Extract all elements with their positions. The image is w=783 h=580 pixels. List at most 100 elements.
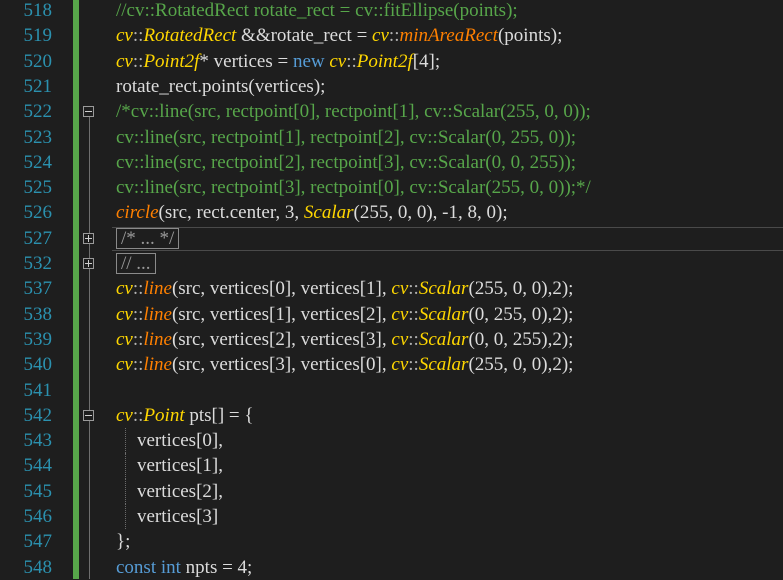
indent-guide xyxy=(125,428,127,454)
code-token: }; xyxy=(116,531,131,553)
code-token: (0, 0, 255),2); xyxy=(468,328,574,350)
code-token: Scalar xyxy=(418,303,469,325)
code-token: vertices[1], xyxy=(137,455,223,477)
code-line[interactable]: 539 cv::line(src, vertices[2], vertices[3… xyxy=(0,327,783,352)
code-line[interactable]: 523 cv::line(src, rectpoint[1], rectpoint… xyxy=(0,125,783,150)
code-line[interactable]: 544 vertices[1], xyxy=(0,453,783,479)
code-line[interactable]: 543 vertices[0], xyxy=(0,428,783,454)
code-text: vertices[2], xyxy=(137,479,223,504)
line-number: 538 xyxy=(23,303,53,325)
code-line[interactable]: 545 vertices[2], xyxy=(0,478,783,504)
code-token: :: xyxy=(132,50,144,72)
code-line[interactable]: 518 //cv::RotatedRect rotate_rect = cv::f… xyxy=(0,0,783,23)
code-token: cv::line(src, rectpoint[2], rectpoint[3]… xyxy=(116,151,577,173)
code-text: vertices[1], xyxy=(137,453,223,478)
line-number: 526 xyxy=(23,202,53,224)
code-token: new xyxy=(292,50,325,72)
code-line[interactable]: 546 vertices[3] xyxy=(0,504,783,530)
code-line[interactable]: 541 xyxy=(0,378,783,403)
code-token: cv xyxy=(116,404,133,426)
code-editor[interactable]: 518 //cv::RotatedRect rotate_rect = cv::f… xyxy=(0,0,783,579)
code-token: rotate_rect.points(vertices); xyxy=(116,75,326,97)
code-token: :: xyxy=(132,328,144,350)
code-text: vertices[0], xyxy=(137,428,223,453)
line-number: 541 xyxy=(23,379,53,401)
collapse-fold-icon[interactable] xyxy=(83,409,94,421)
code-token: Scalar xyxy=(303,202,354,224)
code-token: :: xyxy=(132,303,144,325)
code-token: (points); xyxy=(497,25,563,47)
code-text: circle(src, rect.center, 3, Scalar(255, … xyxy=(116,200,508,225)
code-text: cv::line(src, rectpoint[3], rectpoint[0]… xyxy=(116,175,591,200)
code-line[interactable]: 521 rotate_rect.points(vertices); xyxy=(0,74,783,99)
expand-fold-icon[interactable] xyxy=(83,232,94,244)
code-token: (255, 0, 0), -1, 8, 0); xyxy=(353,202,508,224)
code-token: :: xyxy=(132,278,144,300)
code-token: line xyxy=(143,328,172,350)
line-number: 520 xyxy=(23,50,53,72)
code-text: cv::Point pts[] = { xyxy=(116,403,254,428)
code-line[interactable]: 538 cv::line(src, vertices[1], vertices[2… xyxy=(0,302,783,327)
code-token: vertices[2], xyxy=(137,480,223,502)
code-token: [4]; xyxy=(412,50,441,72)
current-line-highlight xyxy=(112,226,783,251)
code-line[interactable]: 520 cv::Point2f* vertices = new cv::Point… xyxy=(0,49,783,74)
code-token: :: xyxy=(408,328,419,350)
code-token: minAreaRect xyxy=(399,25,498,47)
code-text: vertices[3] xyxy=(137,504,218,529)
code-line[interactable]: 547}; xyxy=(0,529,783,554)
indent-guide xyxy=(125,478,127,504)
expand-fold-icon[interactable] xyxy=(83,258,94,269)
collapse-fold-icon[interactable] xyxy=(83,106,94,118)
code-token: cv::line(src, rectpoint[3], rectpoint[0]… xyxy=(116,177,591,199)
code-line[interactable]: 519 cv::RotatedRect &&rotate_rect = cv::m… xyxy=(0,23,783,48)
code-token: Scalar xyxy=(418,328,469,350)
code-line[interactable]: 537 cv::line(src, vertices[0], vertices[1… xyxy=(0,276,783,301)
code-text: }; xyxy=(116,529,130,554)
code-token: Scalar xyxy=(418,354,469,376)
code-token: (src, vertices[3], vertices[0], xyxy=(171,354,392,376)
code-token: line xyxy=(143,303,172,325)
code-token: (src, vertices[2], vertices[3], xyxy=(171,328,392,350)
code-token: :: xyxy=(132,25,144,47)
code-token: Point2f xyxy=(356,50,413,72)
code-line[interactable]: 522 /*cv::line(src, rectpoint[0], rectpoi… xyxy=(0,99,783,124)
code-token: npts = 4; xyxy=(180,556,253,578)
code-token: (255, 0, 0),2); xyxy=(468,278,574,300)
line-number: 522 xyxy=(23,101,53,123)
code-token: Scalar xyxy=(418,278,469,300)
code-line[interactable]: 525 cv::line(src, rectpoint[3], rectpoint… xyxy=(0,175,783,200)
code-token: vertices[0], xyxy=(137,430,223,452)
code-token: (src, vertices[0], vertices[1], xyxy=(171,278,392,300)
line-number: 532 xyxy=(23,253,53,274)
code-line[interactable]: 548 const int npts = 4; xyxy=(0,555,783,580)
code-token: cv xyxy=(116,328,133,350)
code-line[interactable]: 542 cv::Point pts[] = { xyxy=(0,403,783,428)
line-number: 521 xyxy=(23,75,53,97)
line-number: 524 xyxy=(23,151,53,173)
code-token: Point2f xyxy=(143,50,200,72)
code-text: cv::line(src, vertices[1], vertices[2], … xyxy=(116,302,573,327)
line-number: 527 xyxy=(23,227,53,249)
code-token: :: xyxy=(132,354,144,376)
line-number: 537 xyxy=(23,278,53,300)
collapsed-region[interactable]: // ... xyxy=(116,253,156,274)
line-number: 543 xyxy=(23,430,53,452)
code-token: cv xyxy=(116,303,133,325)
code-token: :: xyxy=(408,278,419,300)
code-text: cv::Point2f* vertices = new cv::Point2f[… xyxy=(116,49,440,74)
line-number: 546 xyxy=(23,506,53,527)
line-number: 548 xyxy=(23,556,53,578)
code-token: cv xyxy=(116,278,133,300)
code-text: cv::RotatedRect &&rotate_rect = cv::minA… xyxy=(116,23,562,48)
code-token: cv xyxy=(116,50,133,72)
code-token: int xyxy=(160,556,181,578)
code-token: circle xyxy=(116,202,159,224)
code-token: :: xyxy=(408,354,419,376)
code-line[interactable]: 532 // ... xyxy=(0,251,783,276)
code-line[interactable]: 524 cv::line(src, rectpoint[2], rectpoint… xyxy=(0,150,783,175)
code-line[interactable]: 540 cv::line(src, vertices[3], vertices[0… xyxy=(0,352,783,377)
code-token: * vertices = xyxy=(199,50,293,72)
code-line[interactable]: 526 circle(src, rect.center, 3, Scalar(25… xyxy=(0,200,783,225)
code-token: cv xyxy=(116,25,133,47)
